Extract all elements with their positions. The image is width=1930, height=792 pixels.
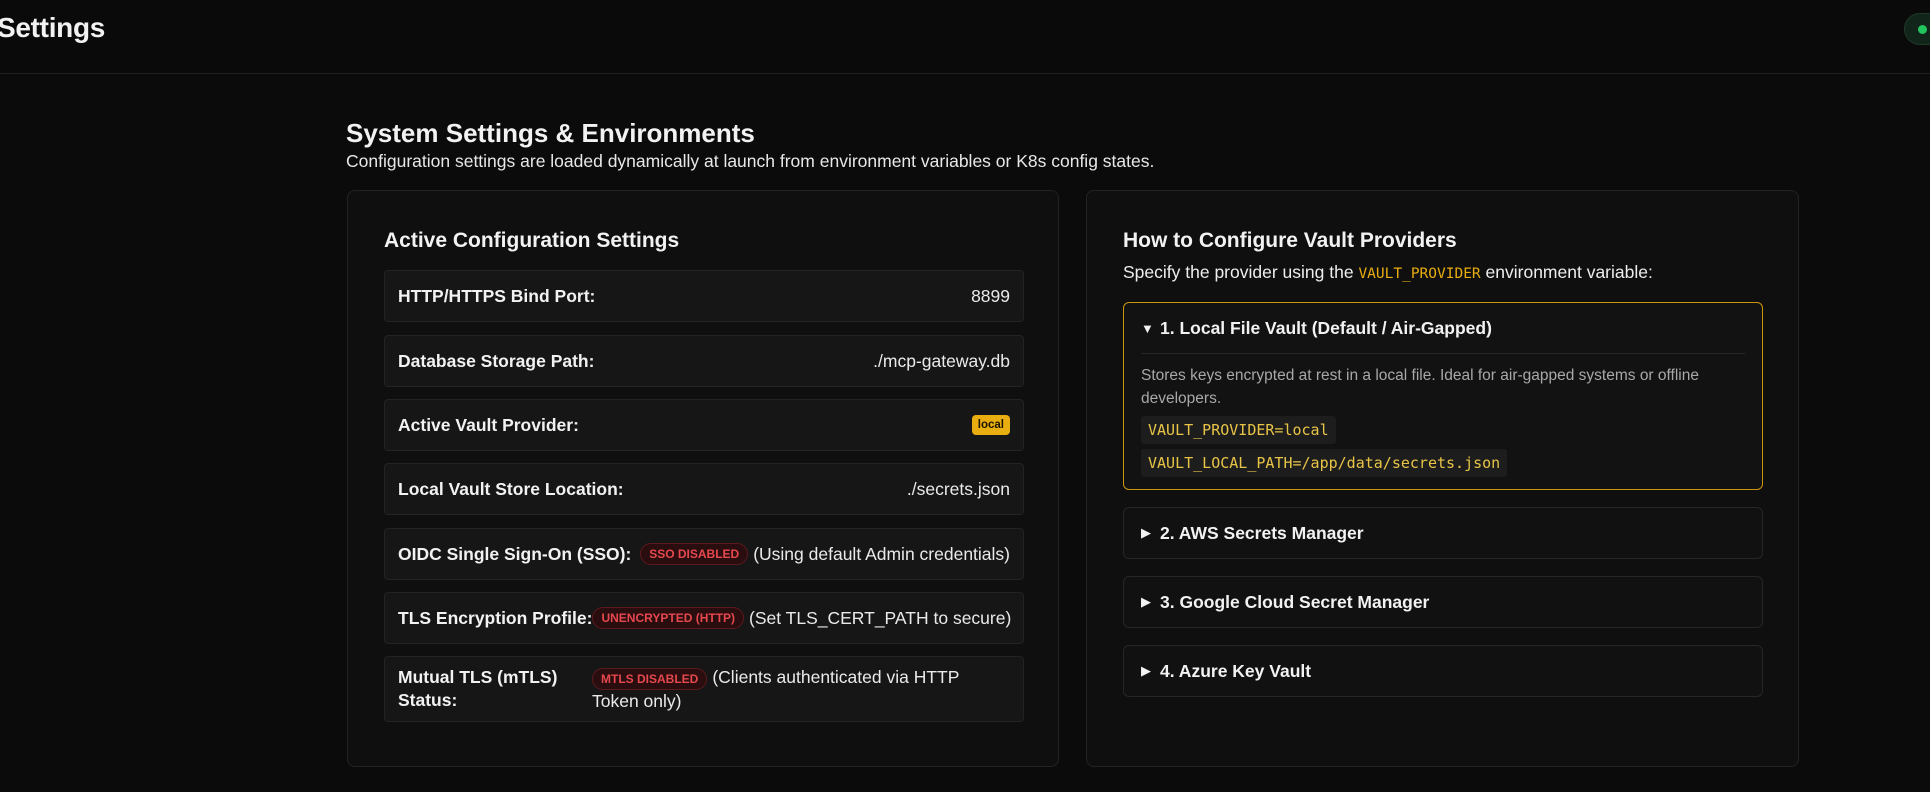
config-value: ./mcp-gateway.db <box>873 350 1010 371</box>
sso-status-badge: SSO DISABLED <box>640 543 749 565</box>
active-config-panel: Active Configuration Settings HTTP/HTTPS… <box>347 190 1059 767</box>
config-row-mtls: Mutual TLS (mTLS) Status: MTLS DISABLED(… <box>384 656 1024 722</box>
config-value: SSO DISABLED (Using default Admin creden… <box>640 543 1010 565</box>
config-value: local <box>971 415 1010 435</box>
env-line: VAULT_PROVIDER=local <box>1124 416 1762 444</box>
config-label: Active Vault Provider: <box>398 414 579 435</box>
config-value: ./secrets.json <box>906 478 1010 499</box>
top-bar: Settings <box>0 0 1930 74</box>
vault-provider-label: 4. Azure Key Vault <box>1160 660 1312 681</box>
section-heading: System Settings & Environments <box>346 118 755 148</box>
vault-providers-title: How to Configure Vault Providers <box>1123 229 1457 252</box>
config-label: Mutual TLS (mTLS) Status: <box>398 667 558 710</box>
vault-provider-label: 2. AWS Secrets Manager <box>1160 522 1364 543</box>
description-prefix: Specify the provider using the <box>1123 262 1354 282</box>
config-value: MTLS DISABLED (Clients authenticated via … <box>592 666 1010 713</box>
vault-provider-azure-toggle[interactable]: ▶ 4. Azure Key Vault <box>1124 646 1762 696</box>
config-row-vault-provider: Active Vault Provider: local <box>384 399 1024 451</box>
config-row-vault-location: Local Vault Store Location: ./secrets.js… <box>384 463 1024 515</box>
vault-provider-aws[interactable]: ▶ 2. AWS Secrets Manager <box>1123 507 1763 559</box>
caret-right-icon: ▶ <box>1141 525 1151 540</box>
page-title: Settings <box>0 12 106 43</box>
vault-provider-local: ▼ 1. Local File Vault (Default / Air-Gap… <box>1123 302 1763 490</box>
vault-provider-local-toggle[interactable]: ▼ 1. Local File Vault (Default / Air-Gap… <box>1124 303 1762 353</box>
sso-note: (Using default Admin credentials) <box>753 543 1010 564</box>
vault-provider-aws-toggle[interactable]: ▶ 2. AWS Secrets Manager <box>1124 508 1762 558</box>
config-row-tls: TLS Encryption Profile: UNENCRYPTED (HTT… <box>384 592 1024 644</box>
vault-provider-badge: local <box>971 415 1010 435</box>
config-label: Local Vault Store Location: <box>398 478 624 499</box>
config-label: HTTP/HTTPS Bind Port: <box>398 285 596 306</box>
env-code-path: VAULT_LOCAL_PATH=/app/data/secrets.json <box>1141 449 1508 477</box>
config-value: UNENCRYPTED (HTTP) (Set TLS_CERT_PATH to… <box>592 607 1011 629</box>
config-value: 8899 <box>971 285 1010 306</box>
caret-right-icon: ▶ <box>1141 594 1151 609</box>
caret-right-icon: ▶ <box>1141 663 1151 678</box>
env-var-name: VAULT_PROVIDER <box>1358 266 1481 282</box>
config-label: TLS Encryption Profile: <box>398 607 593 628</box>
tls-note: (Set TLS_CERT_PATH to secure) <box>749 607 1012 628</box>
description-suffix: environment variable: <box>1485 262 1653 282</box>
tls-status-badge: UNENCRYPTED (HTTP) <box>592 607 745 629</box>
mtls-status-badge: MTLS DISABLED <box>592 667 708 690</box>
config-label: Database Storage Path: <box>398 350 595 371</box>
status-indicator[interactable] <box>1904 13 1930 45</box>
env-line: VAULT_LOCAL_PATH=/app/data/secrets.json <box>1124 449 1762 477</box>
config-label: OIDC Single Sign-On (SSO): <box>398 543 632 564</box>
vault-providers-panel: How to Configure Vault Providers Specify… <box>1086 190 1799 767</box>
vault-provider-azure[interactable]: ▶ 4. Azure Key Vault <box>1123 645 1763 697</box>
divider <box>1141 353 1745 354</box>
vault-providers-description: Specify the provider using the VAULT_PRO… <box>1123 262 1653 283</box>
vault-provider-description: Stores keys encrypted at rest in a local… <box>1141 367 1699 407</box>
status-dot-icon <box>1918 25 1927 34</box>
vault-provider-gcp-toggle[interactable]: ▶ 3. Google Cloud Secret Manager <box>1124 577 1762 627</box>
config-row-port: HTTP/HTTPS Bind Port: 8899 <box>384 270 1024 322</box>
section-description: Configuration settings are loaded dynami… <box>346 151 1155 171</box>
vault-provider-label: 1. Local File Vault (Default / Air-Gappe… <box>1160 317 1492 338</box>
env-code-provider: VAULT_PROVIDER=local <box>1141 416 1336 444</box>
vault-provider-gcp[interactable]: ▶ 3. Google Cloud Secret Manager <box>1123 576 1763 628</box>
caret-down-icon: ▼ <box>1141 320 1154 336</box>
config-row-sso: OIDC Single Sign-On (SSO): SSO DISABLED … <box>384 528 1024 580</box>
active-config-title: Active Configuration Settings <box>384 229 680 252</box>
config-row-db-path: Database Storage Path: ./mcp-gateway.db <box>384 335 1024 387</box>
vault-provider-label: 3. Google Cloud Secret Manager <box>1160 591 1430 612</box>
